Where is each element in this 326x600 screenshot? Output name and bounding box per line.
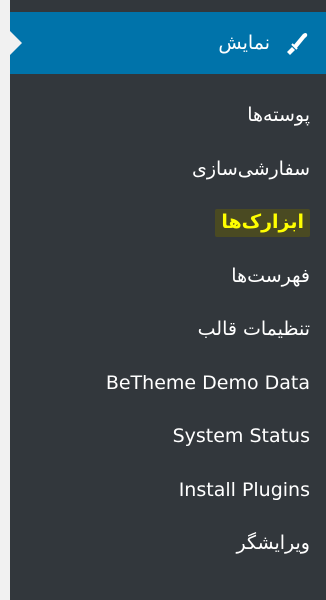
submenu-item-system-status[interactable]: System Status <box>10 421 326 475</box>
submenu-item-label: ابزارک‌ها <box>215 209 310 237</box>
submenu-item-themes[interactable]: پوسته‌ها <box>10 100 326 154</box>
submenu-item-label: تنظیمات قالب <box>197 318 310 340</box>
submenu-item-betheme-demo-data[interactable]: BeTheme Demo Data <box>10 368 326 422</box>
submenu-item-editor[interactable]: ویرایشگر <box>10 528 326 582</box>
admin-sidebar-menu: نمایش پوسته‌ها سفارشی‌سازی ابزارک‌ها فهر… <box>10 0 326 600</box>
submenu-item-customize[interactable]: سفارشی‌سازی <box>10 154 326 208</box>
submenu-item-label: پوسته‌ها <box>247 104 310 126</box>
menu-item-appearance[interactable]: نمایش <box>10 12 326 74</box>
submenu-item-theme-options[interactable]: تنظیمات قالب <box>10 314 326 368</box>
submenu-item-label: فهرست‌ها <box>231 264 310 287</box>
submenu-item-menus[interactable]: فهرست‌ها <box>10 261 326 315</box>
page-background <box>0 0 10 600</box>
submenu-item-label: Install Plugins <box>178 478 310 501</box>
submenu-item-install-plugins[interactable]: Install Plugins <box>10 475 326 529</box>
appearance-submenu: پوسته‌ها سفارشی‌سازی ابزارک‌ها فهرست‌ها … <box>10 100 326 582</box>
menu-item-appearance-label: نمایش <box>218 32 270 54</box>
paintbrush-icon <box>282 29 310 57</box>
submenu-item-label: ویرایشگر <box>236 532 310 554</box>
submenu-item-widgets[interactable]: ابزارک‌ها <box>10 207 326 261</box>
submenu-item-label: سفارشی‌سازی <box>191 157 310 180</box>
submenu-item-label: System Status <box>172 425 310 447</box>
current-menu-pointer <box>10 31 22 55</box>
submenu-item-label: BeTheme Demo Data <box>105 371 310 394</box>
